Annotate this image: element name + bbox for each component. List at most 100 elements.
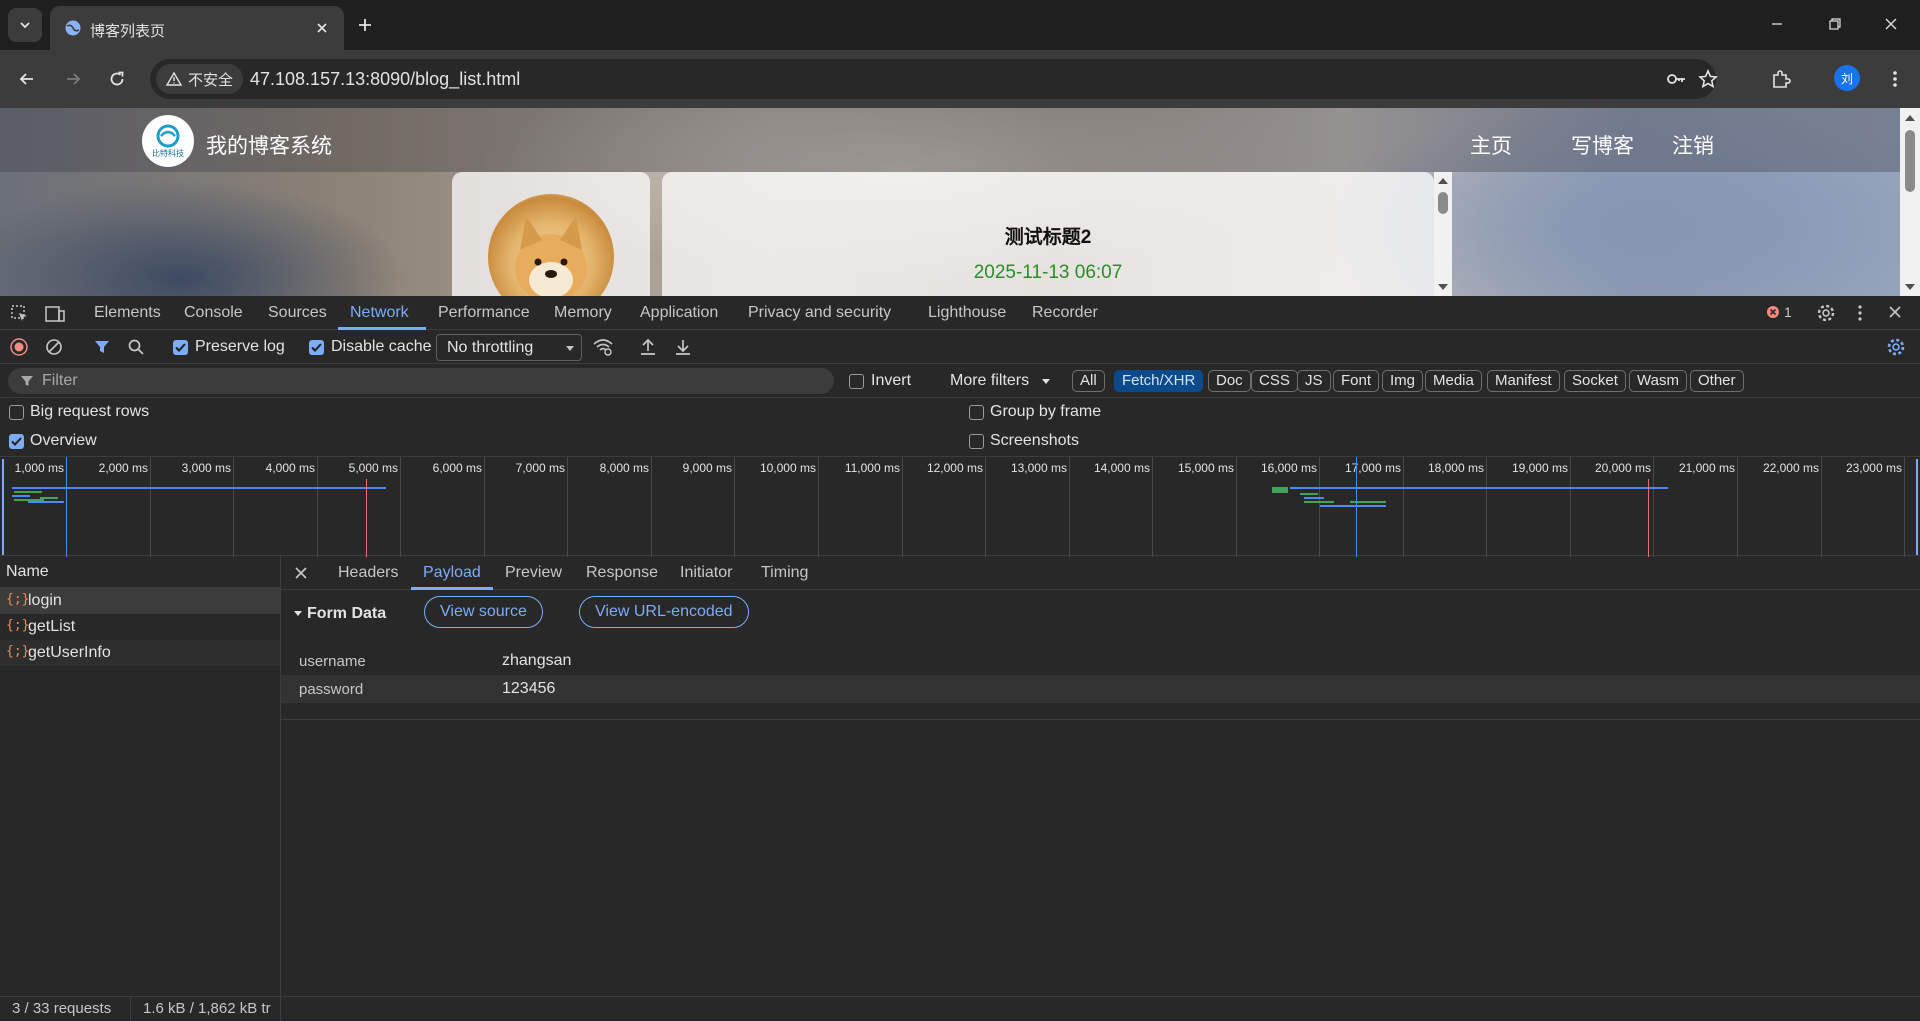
tab-console[interactable]: Console <box>184 304 243 322</box>
request-row-login[interactable]: {;} login <box>0 588 280 614</box>
scroll-thumb[interactable] <box>1905 130 1915 192</box>
invert-label[interactable]: Invert <box>871 372 911 390</box>
blog-list-scrollbar[interactable] <box>1434 172 1452 296</box>
browser-menu-button[interactable] <box>1880 64 1910 94</box>
overview-label[interactable]: Overview <box>30 432 97 450</box>
group-by-frame-label[interactable]: Group by frame <box>990 403 1101 421</box>
download-icon[interactable] <box>674 337 692 357</box>
type-filter-fetch-xhr[interactable]: Fetch/XHR <box>1114 370 1204 392</box>
nav-link-home[interactable]: 主页 <box>1470 130 1512 160</box>
type-filter-manifest[interactable]: Manifest <box>1487 370 1560 392</box>
extensions-button[interactable] <box>1766 64 1796 94</box>
type-filter-media[interactable]: Media <box>1425 370 1482 392</box>
type-filter-all[interactable]: All <box>1072 370 1105 392</box>
request-list-header[interactable]: Name <box>0 556 280 588</box>
clear-icon[interactable] <box>45 338 63 356</box>
screenshots-checkbox[interactable] <box>969 434 984 449</box>
tab-close-button[interactable] <box>312 18 332 38</box>
blog-title[interactable]: 测试标题2 <box>662 222 1434 249</box>
kebab-menu-icon[interactable] <box>1857 303 1863 323</box>
detail-tab-payload[interactable]: Payload <box>423 564 481 582</box>
tab-memory[interactable]: Memory <box>554 304 612 322</box>
big-request-rows-checkbox[interactable] <box>9 405 24 420</box>
forward-button[interactable] <box>58 64 88 94</box>
nav-link-logout[interactable]: 注销 <box>1672 130 1714 160</box>
detail-tab-preview[interactable]: Preview <box>505 564 562 582</box>
nav-link-write-blog[interactable]: 写博客 <box>1571 130 1634 160</box>
view-source-button[interactable]: View source <box>424 596 543 628</box>
type-filter-font[interactable]: Font <box>1333 370 1380 392</box>
tab-performance[interactable]: Performance <box>438 304 530 322</box>
type-filter-js[interactable]: JS <box>1297 370 1331 392</box>
preserve-log-checkbox[interactable] <box>173 340 188 355</box>
tab-recorder[interactable]: Recorder <box>1032 304 1098 322</box>
type-filter-socket[interactable]: Socket <box>1564 370 1626 392</box>
security-chip[interactable]: 不安全 <box>156 64 244 94</box>
profile-avatar[interactable]: 刘 <box>1834 65 1860 91</box>
more-filters-button[interactable]: More filters <box>950 372 1029 390</box>
form-data-title[interactable]: Form Data <box>307 605 386 623</box>
detail-tab-initiator[interactable]: Initiator <box>680 564 732 582</box>
tab-sources[interactable]: Sources <box>268 304 327 322</box>
close-icon[interactable] <box>1888 305 1902 319</box>
network-overview-timeline[interactable]: 1,000 ms 2,000 ms 3,000 ms 4,000 ms 5,000 ms… <box>0 456 1920 557</box>
type-filter-img[interactable]: Img <box>1382 370 1424 392</box>
browser-tab-active[interactable]: 博客列表页 <box>50 6 344 50</box>
bookmark-button[interactable] <box>1696 67 1720 91</box>
group-by-frame-checkbox[interactable] <box>969 405 984 420</box>
type-filter-wasm[interactable]: Wasm <box>1629 370 1687 392</box>
back-button[interactable] <box>12 64 42 94</box>
form-field-value[interactable]: 123456 <box>502 680 555 698</box>
type-filter-doc[interactable]: Doc <box>1208 370 1251 392</box>
reload-button[interactable] <box>102 64 132 94</box>
type-filter-other[interactable]: Other <box>1690 370 1744 392</box>
inspect-element-icon[interactable] <box>10 304 30 324</box>
preserve-log-label[interactable]: Preserve log <box>195 338 285 356</box>
triangle-down-icon[interactable] <box>293 610 303 618</box>
tab-search-button[interactable] <box>8 8 42 42</box>
search-icon[interactable] <box>127 338 145 356</box>
device-toolbar-icon[interactable] <box>44 304 66 324</box>
upload-icon[interactable] <box>639 337 657 357</box>
close-window-button[interactable] <box>1862 0 1920 48</box>
tab-application[interactable]: Application <box>640 304 718 322</box>
request-row-getuserinfo[interactable]: {;} getUserInfo <box>0 640 280 666</box>
detail-tab-timing[interactable]: Timing <box>761 564 808 582</box>
password-key-button[interactable] <box>1664 67 1688 91</box>
settings-gear-icon[interactable] <box>1816 303 1836 323</box>
page-scrollbar[interactable] <box>1900 108 1920 296</box>
tab-lighthouse[interactable]: Lighthouse <box>928 304 1006 322</box>
new-tab-button[interactable] <box>352 12 378 38</box>
restore-button[interactable] <box>1806 0 1864 48</box>
disable-cache-label[interactable]: Disable cache <box>331 338 432 356</box>
url-text[interactable]: 47.108.157.13:8090/blog_list.html <box>250 69 520 90</box>
tab-network[interactable]: Network <box>350 304 409 322</box>
error-counter[interactable]: 1 <box>1766 304 1792 320</box>
type-filter-css[interactable]: CSS <box>1251 370 1298 392</box>
record-stop-icon[interactable] <box>10 338 28 356</box>
request-row-getlist[interactable]: {;} getList <box>0 614 280 640</box>
timeline-selection-handle[interactable] <box>1916 459 1918 555</box>
tab-elements[interactable]: Elements <box>94 304 161 322</box>
view-url-encoded-button[interactable]: View URL-encoded <box>579 596 749 628</box>
detail-tab-response[interactable]: Response <box>586 564 658 582</box>
address-bar[interactable]: 不安全 47.108.157.13:8090/blog_list.html <box>150 59 1718 99</box>
network-settings-gear-icon[interactable] <box>1886 337 1906 357</box>
timeline-selection-handle[interactable] <box>2 459 4 555</box>
throttling-select[interactable]: No throttling <box>436 334 582 361</box>
detail-tab-headers[interactable]: Headers <box>338 564 398 582</box>
tab-privacy-security[interactable]: Privacy and security <box>748 304 891 322</box>
column-name[interactable]: Name <box>6 563 49 581</box>
network-conditions-icon[interactable] <box>592 337 614 357</box>
blog-card[interactable]: 测试标题2 2025-11-13 06:07 <box>662 172 1434 296</box>
screenshots-label[interactable]: Screenshots <box>990 432 1079 450</box>
filter-funnel-icon[interactable] <box>93 338 111 356</box>
minimize-button[interactable] <box>1748 0 1806 48</box>
disable-cache-checkbox[interactable] <box>309 340 324 355</box>
filter-input[interactable]: Filter <box>8 368 834 394</box>
scroll-thumb[interactable] <box>1438 192 1448 214</box>
form-field-value[interactable]: zhangsan <box>502 652 571 670</box>
big-request-rows-label[interactable]: Big request rows <box>30 403 149 421</box>
close-icon[interactable] <box>294 566 308 580</box>
overview-checkbox[interactable] <box>9 434 24 449</box>
